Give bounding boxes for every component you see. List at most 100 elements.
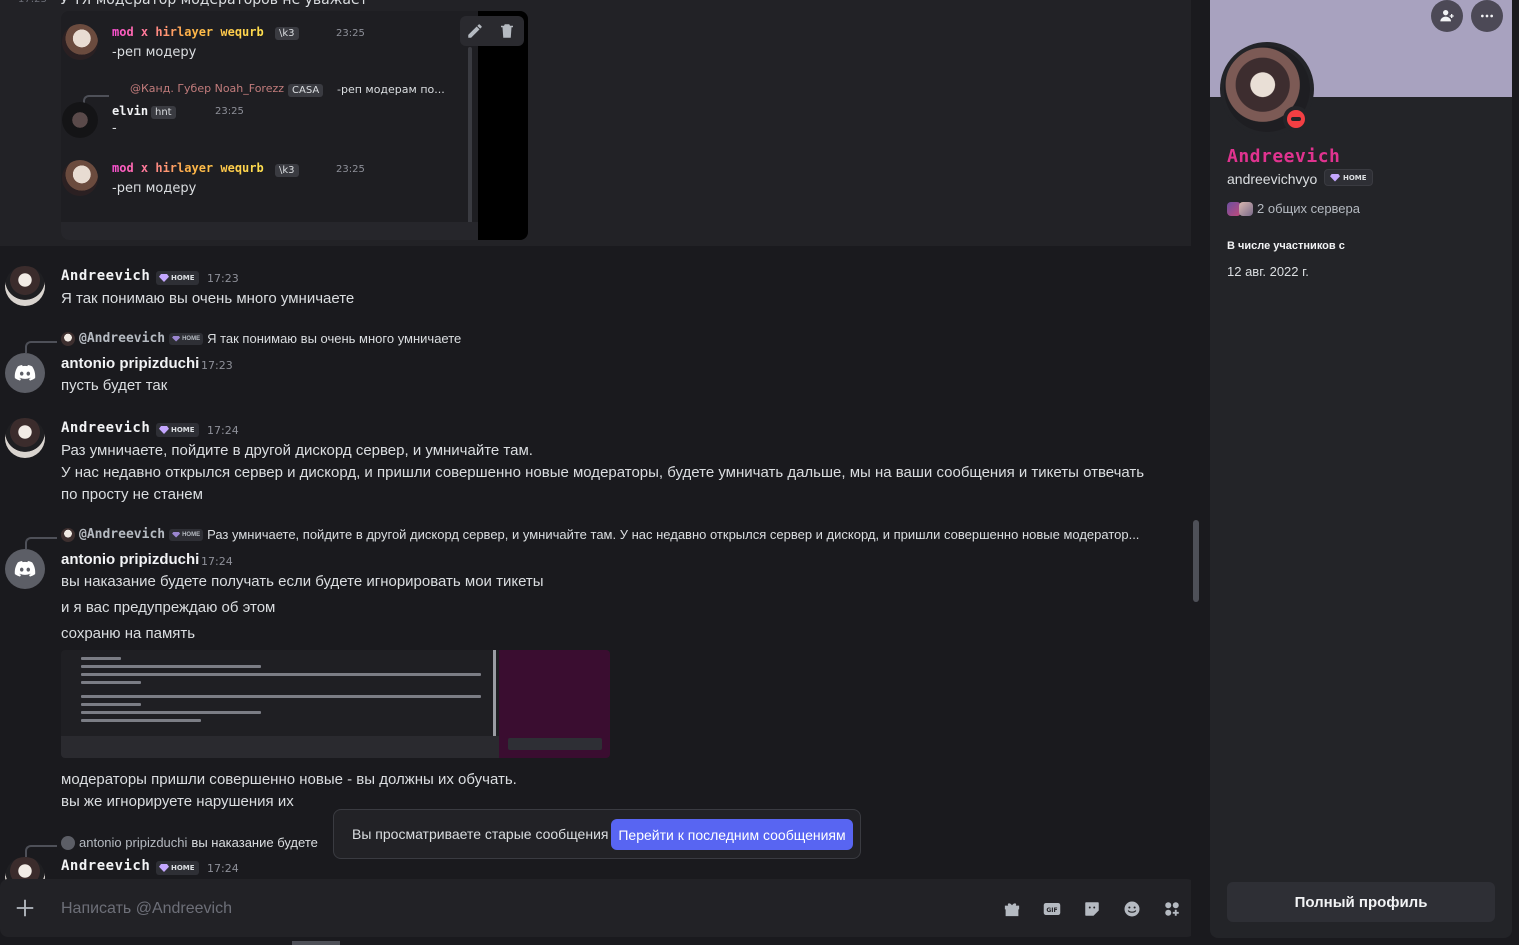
username[interactable]: Andreevich — [61, 420, 150, 436]
image-text-line — [81, 711, 261, 714]
notice-text: Вы просматриваете старые сообщения — [352, 826, 609, 842]
attached-image[interactable] — [61, 650, 610, 758]
image-text-line — [81, 695, 481, 698]
reply-text: Я так понимаю вы очень много умничаете — [207, 331, 462, 346]
old-messages-notice: Вы просматриваете старые сообщения Перей… — [333, 809, 861, 859]
message-text: вы наказание будете получать если будете… — [61, 573, 544, 590]
timestamp: 17:23 — [18, 0, 47, 5]
image-text-line — [81, 681, 141, 684]
server-badge[interactable]: HOME — [1324, 169, 1373, 186]
reply-preview[interactable]: @Andreevich HOME Раз умничаете, пойдите … — [61, 527, 1139, 542]
member-since-label: В числе участников с — [1227, 240, 1345, 252]
chat-scrollbar[interactable] — [1193, 520, 1199, 602]
server-tag: \k3 — [275, 164, 299, 177]
timestamp: 17:24 — [207, 862, 239, 875]
image-text-line — [81, 665, 261, 668]
more-options-button[interactable] — [1471, 0, 1503, 32]
image-text-line — [81, 673, 481, 676]
avatar[interactable] — [5, 418, 45, 458]
image-input-bar — [61, 736, 499, 758]
reply-text: -реп модерам по... — [337, 83, 445, 96]
full-profile-button[interactable]: Полный профиль — [1227, 882, 1495, 922]
message-text: и я вас предупреждаю об этом — [61, 599, 276, 616]
avatar[interactable] — [5, 266, 45, 306]
reply-text: Раз умничаете, пойдите в другой дискорд … — [207, 527, 1140, 542]
discord-icon — [14, 365, 36, 381]
image-profile-button — [508, 738, 602, 750]
reply-username: @Andreevich — [79, 527, 166, 542]
gem-icon — [159, 864, 169, 872]
message-text: У ТЯ модератор модераторов не уважает — [60, 0, 368, 8]
gift-icon[interactable] — [1001, 898, 1023, 920]
more-icon — [1481, 14, 1493, 18]
horizontal-scrollbar[interactable] — [292, 941, 340, 945]
username[interactable]: antonio pripizduchi — [61, 355, 199, 372]
image-text-line — [81, 657, 121, 660]
server-badge: HOME — [156, 423, 199, 437]
reply-username: @Andreevich — [79, 331, 166, 346]
avatar — [61, 835, 75, 850]
sticker-icon[interactable] — [1081, 898, 1103, 920]
server-badge: HOME — [169, 528, 204, 541]
edit-icon[interactable] — [466, 22, 484, 40]
avatar — [62, 160, 98, 196]
server-icon — [1239, 201, 1253, 216]
add-friend-button[interactable] — [1431, 0, 1463, 32]
reply-preview[interactable]: @Andreevich HOME Я так понимаю вы очень … — [61, 331, 461, 346]
mutual-servers[interactable]: 2 общих сервера — [1227, 201, 1360, 216]
timestamp: 17:23 — [201, 359, 233, 372]
add-friend-icon — [1440, 10, 1454, 22]
username[interactable]: antonio pripizduchi — [61, 551, 199, 568]
message-text: - — [112, 121, 117, 136]
screenshot-scrollbar — [468, 47, 472, 240]
message-text: по просту не станем — [61, 486, 203, 503]
message-text: вы же игнорируете нарушения их — [61, 793, 294, 810]
reply-connector — [25, 341, 57, 353]
message-toolbar — [460, 16, 524, 46]
discord-icon — [14, 561, 36, 577]
avatar[interactable] — [5, 353, 45, 393]
emoji-icon[interactable] — [1121, 898, 1143, 920]
attached-screenshot[interactable]: mod x hirlayer wequrb \k3 23:25 -реп мод… — [61, 11, 528, 240]
user-profile-panel: Andreevich andreevichvyo HOME 2 общих се… — [1210, 0, 1512, 938]
member-since-date: 12 авг. 2022 г. — [1227, 264, 1309, 279]
message-text: модераторы пришли совершенно новые - вы … — [61, 771, 517, 788]
status-indicator — [1283, 106, 1309, 132]
image-text-line — [81, 719, 201, 722]
username[interactable]: Andreevich — [61, 858, 150, 874]
message-text: -реп модеру — [112, 45, 197, 60]
jump-to-present-button[interactable]: Перейти к последним сообщениям — [611, 819, 853, 850]
server-tag: CASA — [288, 84, 324, 97]
reply-connector — [25, 845, 57, 857]
message-input[interactable] — [61, 899, 961, 919]
reply-preview[interactable]: antonio pripizduchi вы наказание будете — [61, 835, 318, 850]
server-badge: HOME — [169, 332, 204, 345]
timestamp: 23:25 — [215, 106, 244, 117]
trash-icon[interactable] — [498, 22, 516, 40]
username: elvin — [112, 104, 149, 118]
username[interactable]: andreevichvyo — [1227, 171, 1317, 187]
username: mod x hirlayer wequrb — [112, 25, 264, 39]
apps-icon[interactable] — [1161, 898, 1183, 920]
message-text: сохраню на память — [61, 625, 196, 642]
message-text: пусть будет так — [61, 377, 168, 394]
server-tag: hnt — [151, 106, 176, 119]
gem-icon — [172, 531, 181, 538]
chat-area: 17:23 У ТЯ модератор модераторов не уваж… — [0, 0, 1191, 945]
message-text: Я так понимаю вы очень много умничаете — [61, 290, 355, 307]
username[interactable]: Andreevich — [61, 268, 150, 284]
avatar — [61, 527, 75, 542]
reply-connector — [25, 537, 57, 549]
image-scrollbar — [493, 650, 496, 736]
avatar — [61, 331, 75, 346]
plus-icon[interactable] — [14, 897, 36, 919]
server-badge: HOME — [156, 861, 199, 875]
server-tag: \k3 — [275, 27, 299, 40]
avatar[interactable] — [5, 549, 45, 589]
timestamp: 17:23 — [207, 272, 239, 285]
avatar — [62, 24, 98, 60]
timestamp: 23:25 — [336, 28, 365, 39]
screenshot-bottom-strip — [61, 222, 478, 240]
gem-icon — [172, 335, 181, 342]
gif-icon[interactable]: GIF — [1041, 898, 1063, 920]
